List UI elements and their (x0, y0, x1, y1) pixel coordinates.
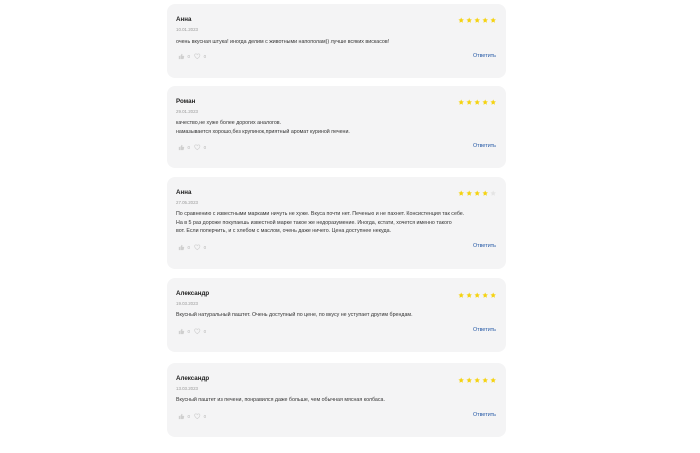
review-rating (458, 17, 496, 23)
review-card: Анна 10.01.2023 очень вкусная штука! ино… (167, 4, 506, 78)
star-filled-icon (490, 292, 496, 298)
heart-count: 0 (203, 53, 207, 59)
review-actions: 0 0 (178, 328, 206, 335)
star-empty-icon (490, 190, 496, 196)
review-rating (458, 377, 496, 383)
star-filled-icon (458, 17, 465, 23)
review-text-line: намазывается хорошо,без крупинок,приятны… (176, 128, 350, 135)
heart-icon (194, 328, 201, 335)
heart-icon (194, 144, 201, 151)
favorite-button[interactable]: 0 (194, 328, 206, 335)
star-filled-icon (474, 17, 480, 23)
like-button[interactable]: 0 (178, 328, 190, 335)
star-filled-icon (482, 292, 488, 298)
star-filled-icon (490, 17, 496, 23)
like-button[interactable]: 0 (178, 144, 190, 151)
review-text-line: качество,не хуже более дорогих аналогов. (176, 120, 282, 126)
thumbs-up-icon (178, 328, 185, 335)
star-filled-icon (458, 292, 465, 298)
star-filled-icon (482, 190, 488, 196)
reply-button[interactable]: Ответить (473, 53, 496, 59)
review-text: Вкусный паштет из печени, понравился даж… (176, 396, 496, 405)
reply-button[interactable]: Ответить (473, 412, 496, 418)
thumbs-up-icon (178, 144, 185, 151)
review-text-line: На в 5 раз дороже покупаешь известной ма… (176, 219, 452, 226)
review-actions: 0 0 (178, 53, 206, 60)
like-count: 0 (187, 53, 191, 59)
like-count: 0 (187, 413, 191, 419)
review-author: Анна (176, 189, 192, 196)
review-actions: 0 0 (178, 144, 206, 151)
review-text: очень вкусная штука! иногда делим с живо… (176, 38, 496, 47)
star-filled-icon (466, 292, 473, 298)
review-card: Анна 27.05.2023 По сравнению с известным… (167, 177, 506, 269)
star-filled-icon (474, 190, 480, 196)
review-actions: 0 0 (178, 413, 206, 420)
review-author: Анна (176, 16, 192, 23)
star-filled-icon (458, 377, 465, 383)
heart-count: 0 (203, 244, 207, 250)
review-date: 27.05.2023 (176, 200, 198, 205)
review-text-line: вот. Если поперчить, и с хлебом с маслом… (176, 228, 392, 235)
review-rating (458, 292, 496, 298)
review-date: 10.01.2023 (176, 27, 198, 32)
review-author: Александр (176, 375, 210, 382)
thumbs-up-icon (178, 53, 185, 60)
star-filled-icon (458, 190, 465, 196)
review-date: 29.01.2023 (176, 109, 198, 114)
review-author: Александр (176, 290, 210, 297)
thumbs-up-icon (178, 244, 185, 251)
star-filled-icon (466, 17, 473, 23)
like-button[interactable]: 0 (178, 244, 190, 251)
review-text: качество,не хуже более дорогих аналогов.… (176, 119, 496, 136)
reply-button[interactable]: Ответить (473, 327, 496, 333)
review-card: Александр 19.03.2023 Вкусный натуральный… (167, 278, 506, 352)
review-text-line: Вкусный паштет из печени, понравился даж… (176, 397, 385, 403)
heart-icon (194, 53, 201, 60)
star-filled-icon (474, 292, 480, 298)
review-actions: 0 0 (178, 244, 206, 251)
star-filled-icon (490, 99, 496, 105)
like-button[interactable]: 0 (178, 413, 190, 420)
reply-button[interactable]: Ответить (473, 143, 496, 149)
star-filled-icon (482, 377, 488, 383)
review-date: 13.03.2023 (176, 386, 198, 391)
review-text-line: очень вкусная штука! иногда делим с живо… (176, 39, 390, 45)
thumbs-up-icon (178, 413, 185, 420)
star-filled-icon (466, 377, 473, 383)
heart-icon (194, 413, 201, 420)
review-text: По сравнению с известными марками ничуть… (176, 210, 496, 236)
like-button[interactable]: 0 (178, 53, 190, 60)
review-date: 19.03.2023 (176, 301, 198, 306)
review-rating (458, 99, 496, 105)
star-filled-icon (474, 99, 480, 105)
star-filled-icon (482, 99, 488, 105)
like-count: 0 (187, 328, 191, 334)
star-filled-icon (482, 17, 488, 23)
review-text-line: По сравнению с известными марками ничуть… (176, 211, 465, 217)
review-rating (458, 190, 496, 196)
review-author: Роман (176, 98, 196, 105)
like-count: 0 (187, 244, 191, 250)
heart-icon (194, 244, 201, 251)
review-card: Александр 13.03.2023 Вкусный паштет из п… (167, 363, 506, 437)
like-count: 0 (187, 144, 191, 150)
star-filled-icon (474, 377, 480, 383)
favorite-button[interactable]: 0 (194, 244, 206, 251)
review-text: Вкусный натуральный паштет. Очень доступ… (176, 311, 496, 320)
heart-count: 0 (203, 144, 207, 150)
favorite-button[interactable]: 0 (194, 53, 206, 60)
review-text-line: Вкусный натуральный паштет. Очень доступ… (176, 312, 413, 318)
reply-button[interactable]: Ответить (473, 243, 496, 249)
review-card: Роман 29.01.2023 качество,не хуже более … (167, 86, 506, 168)
favorite-button[interactable]: 0 (194, 413, 206, 420)
star-filled-icon (490, 377, 496, 383)
heart-count: 0 (203, 413, 207, 419)
heart-count: 0 (203, 328, 207, 334)
star-filled-icon (466, 99, 473, 105)
star-filled-icon (466, 190, 473, 196)
star-filled-icon (458, 99, 465, 105)
favorite-button[interactable]: 0 (194, 144, 206, 151)
